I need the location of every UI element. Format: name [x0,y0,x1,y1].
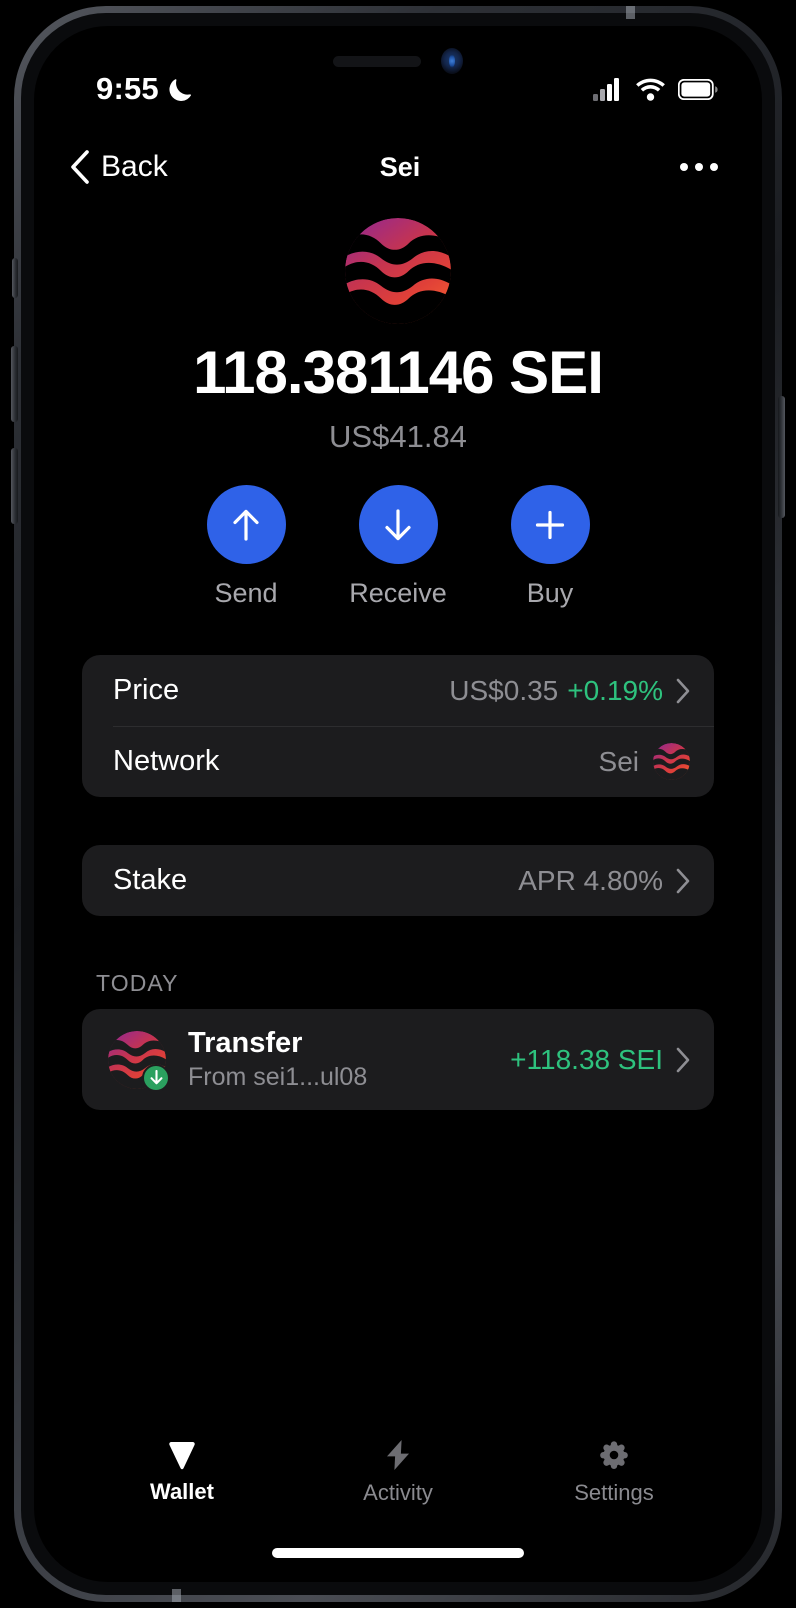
stake-row-value: APR 4.80% [518,864,663,896]
power-button[interactable] [778,396,785,518]
tab-wallet[interactable]: Wallet [74,1424,290,1520]
price-row-chevron [676,678,690,704]
send-button-circle [206,485,286,564]
receive-button-label: Receive [349,578,447,608]
buy-button-label: Buy [526,578,574,608]
chevron-right-icon [676,678,690,703]
buy-button-circle [510,485,590,564]
gear-icon [600,1440,628,1469]
silent-switch-button[interactable] [12,258,18,298]
token-info-card: Price US$0.35 +0.19% Network Sei [82,655,714,797]
stake-row[interactable]: Stake APR 4.80% [82,845,714,916]
token-balance: 118.381146 SEI [193,339,604,406]
send-button[interactable]: Send [204,485,288,609]
front-camera-icon [441,48,463,74]
arrow-down-badge-icon [142,1063,170,1092]
moon-icon [169,79,191,101]
price-change: +0.19% [567,674,663,706]
status-bar-left: 9:55 [96,71,194,107]
home-indicator[interactable] [272,1548,524,1558]
transaction-chevron [676,1047,690,1073]
transaction-row[interactable]: Transfer From sei1...ul08 +118.38 SEI [82,1009,714,1110]
diamond-icon [169,1441,195,1469]
tab-wallet-label: Wallet [150,1478,214,1504]
price-row[interactable]: Price US$0.35 +0.19% [82,655,714,726]
send-button-label: Send [214,578,278,608]
sei-logo-icon [653,743,690,780]
transactions-section-label: TODAY [96,970,179,996]
earpiece-speaker [333,55,421,67]
battery-icon [678,78,718,100]
phone-screen: 9:55 Back Sei 118.381146 SEI US$41.84 Se… [34,26,762,1582]
page-title: Sei [379,151,421,182]
action-buttons: Send Receive Buy [82,485,714,609]
antenna-band-bottom [172,1589,181,1602]
chevron-right-icon [676,868,690,893]
price-amount: US$0.35 [449,674,559,706]
stake-row-label: Stake [113,864,188,896]
stake-card: Stake APR 4.80% [82,845,714,916]
lightning-bolt-icon [387,1439,409,1470]
status-bar-right [593,77,718,101]
receive-button-circle [358,485,438,564]
token-logo-container [82,218,714,324]
token-fiat-value: US$41.84 [329,419,467,454]
network-row-value: Sei [599,746,639,778]
price-row-value: US$0.35 +0.19% [449,675,663,707]
phone-device-frame: 9:55 Back Sei 118.381146 SEI US$41.84 Se… [11,6,785,1602]
network-row[interactable]: Network Sei [82,726,714,797]
volume-up-button[interactable] [11,346,18,422]
receive-button[interactable]: Receive [349,485,447,609]
network-name: Sei [598,745,639,777]
transaction-title: Transfer [188,1027,303,1059]
signal-bars-icon [593,77,619,101]
arrow-down-icon [385,508,411,540]
chevron-right-icon [676,1047,690,1072]
transaction-amount: +118.38 SEI [510,1043,663,1075]
plus-icon [535,510,565,539]
buy-button[interactable]: Buy [508,485,592,609]
tab-settings[interactable]: Settings [506,1424,722,1520]
sei-logo-icon [345,218,451,324]
volume-down-button[interactable] [11,448,18,524]
antenna-band-top [626,6,635,19]
stake-row-chevron [676,868,690,894]
transaction-text: Transfer From sei1...ul08 [188,1027,510,1092]
wifi-icon [636,78,665,101]
status-time: 9:55 [96,71,159,106]
device-notch [300,44,496,78]
network-logo-container [653,743,690,780]
arrow-up-icon [233,509,259,541]
price-row-label: Price [113,674,180,706]
navigation-bar: Back Sei [34,134,762,200]
tab-settings-label: Settings [574,1479,654,1505]
transaction-icon-container [108,1030,170,1092]
main-content: 118.381146 SEI US$41.84 Send Receive Buy… [34,200,762,1582]
transaction-subtitle: From sei1...ul08 [188,1063,368,1091]
network-row-label: Network [113,745,220,777]
chevron-left-icon [71,150,89,184]
arrow-down-icon [150,1070,162,1085]
ellipsis-icon [680,163,718,171]
tab-activity[interactable]: Activity [290,1424,506,1520]
tab-activity-label: Activity [363,1479,433,1505]
back-button-label: Back [101,150,168,183]
bottom-tab-bar: Wallet Activity Settings [34,1424,762,1520]
more-options-button[interactable] [598,163,728,171]
